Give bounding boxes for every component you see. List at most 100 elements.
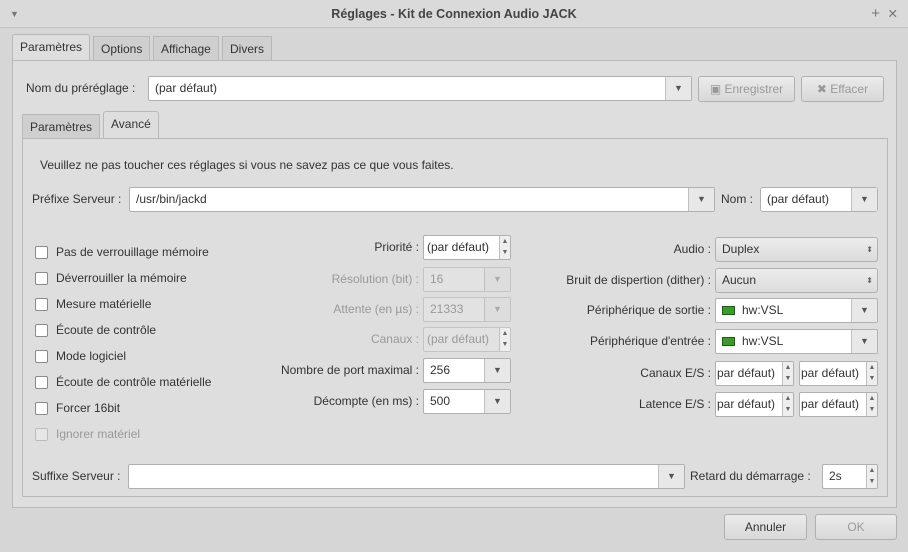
name-label: Nom : <box>721 192 754 206</box>
channels-spinbox[interactable]: (par défaut) ▲ ▼ <box>423 327 511 352</box>
start-delay-value: 2s <box>829 469 842 483</box>
spin-arrows-icon[interactable]: ▲ ▼ <box>499 328 510 351</box>
checkbox-label: Mode logiciel <box>56 349 127 363</box>
resolution-value: 16 <box>430 272 444 286</box>
wait-combo[interactable]: 21333 ▼ <box>423 297 511 322</box>
checkbox-monitor[interactable]: Écoute de contrôle <box>35 317 211 343</box>
checkbox[interactable] <box>35 401 48 415</box>
tab-parametres[interactable]: Paramètres <box>12 34 91 61</box>
server-suffix-label: Suffixe Serveur : <box>32 469 121 483</box>
resolution-combo[interactable]: 16 ▼ <box>423 267 511 292</box>
chevron-down-icon[interactable]: ▼ <box>688 188 714 211</box>
preset-combo[interactable]: (par défaut) ▼ <box>148 76 692 101</box>
checkbox[interactable] <box>35 297 48 311</box>
start-delay-spinbox[interactable]: 2s ▲ ▼ <box>822 464 878 489</box>
checkbox-hw-monitor[interactable]: Écoute de contrôle matérielle <box>35 369 211 395</box>
cancel-button[interactable]: Annuler <box>724 514 807 540</box>
chevron-down-icon[interactable]: ▼ <box>665 77 691 100</box>
checkbox[interactable] <box>35 427 48 441</box>
chevron-down-icon[interactable]: ▼ <box>658 465 684 488</box>
checkbox[interactable] <box>35 349 48 363</box>
audio-label: Audio : <box>673 242 711 256</box>
chevron-down-icon[interactable]: ▼ <box>851 330 877 353</box>
preset-value: (par défaut) <box>155 81 218 95</box>
input-device-label: Périphérique d'entrée : <box>589 334 711 348</box>
window-title: Réglages - Kit de Connexion Audio JACK <box>331 7 577 21</box>
checkbox-label: Écoute de contrôle <box>56 323 157 337</box>
tab-options[interactable]: Options <box>93 36 151 60</box>
save-label: Enregistrer <box>724 82 784 96</box>
tab-inner-parametres[interactable]: Paramètres <box>22 114 101 138</box>
checkbox-force-16bit[interactable]: Forcer 16bit <box>35 395 211 421</box>
audio-select[interactable]: Duplex ⬍ <box>715 237 878 262</box>
priority-spinbox[interactable]: (par défaut) ▲ ▼ <box>423 235 511 260</box>
priority-value: (par défaut) <box>427 240 490 254</box>
chevron-down-icon[interactable]: ▼ <box>484 298 510 321</box>
timeout-label: Décompte (en ms) : <box>313 394 419 408</box>
checkbox-hw-meter[interactable]: Mesure matérielle <box>35 291 211 317</box>
delete-x-icon: ✖ <box>816 82 831 96</box>
spin-arrows-icon[interactable]: ▲ ▼ <box>499 236 510 259</box>
maximize-icon[interactable]: + <box>871 0 880 28</box>
start-delay-label: Retard du démarrage : <box>690 469 811 483</box>
checkbox-no-memlock[interactable]: Pas de verrouillage mémoire <box>35 239 211 265</box>
preset-label: Nom du préréglage : <box>26 81 136 95</box>
warning-text: Veuillez ne pas toucher ces réglages si … <box>40 158 454 172</box>
tab-affichage[interactable]: Affichage <box>153 36 219 60</box>
chevron-down-icon[interactable]: ▼ <box>484 390 510 413</box>
save-button[interactable]: ▣ Enregistrer <box>698 76 795 102</box>
max-ports-value: 256 <box>430 363 451 377</box>
server-prefix-value: /usr/bin/jackd <box>136 192 207 206</box>
checkbox[interactable] <box>35 323 48 337</box>
name-value: (par défaut) <box>767 192 830 206</box>
close-icon[interactable]: ✕ <box>888 0 898 28</box>
checkbox-list: Pas de verrouillage mémoire Déverrouille… <box>35 239 211 447</box>
chevron-down-icon[interactable]: ▼ <box>851 188 877 211</box>
output-device-combo[interactable]: hw:VSL ▼ <box>715 298 878 323</box>
chevron-down-icon[interactable]: ▼ <box>484 268 510 291</box>
checkbox-label: Écoute de contrôle matérielle <box>56 375 212 389</box>
channels-value: (par défaut) <box>427 332 490 346</box>
input-device-value: hw:VSL <box>742 334 784 348</box>
name-combo[interactable]: (par défaut) ▼ <box>760 187 878 212</box>
spin-arrows-icon[interactable]: ▲ ▼ <box>782 362 793 385</box>
checkbox-soft-mode[interactable]: Mode logiciel <box>35 343 211 369</box>
io-channels-out-value: par défaut) <box>801 366 860 380</box>
timeout-value: 500 <box>430 394 451 408</box>
io-latency-out-spinbox[interactable]: par défaut) ▲ ▼ <box>799 392 878 417</box>
io-latency-in-value: par défaut) <box>717 397 776 411</box>
io-channels-in-spinbox[interactable]: par défaut) ▲ ▼ <box>715 361 794 386</box>
chevron-down-icon[interactable]: ▼ <box>484 359 510 382</box>
tab-divers[interactable]: Divers <box>222 36 273 60</box>
dither-select[interactable]: Aucun ⬍ <box>715 268 878 293</box>
tab-avance[interactable]: Avancé <box>103 111 159 138</box>
server-suffix-combo[interactable]: ▼ <box>128 464 685 489</box>
io-channels-in-value: par défaut) <box>717 366 776 380</box>
updown-icon: ⬍ <box>866 276 873 285</box>
server-prefix-label: Préfixe Serveur : <box>32 192 122 206</box>
io-latency-in-spinbox[interactable]: par défaut) ▲ ▼ <box>715 392 794 417</box>
checkbox-label: Ignorer matériel <box>56 427 141 441</box>
title-bar: ▼ Réglages - Kit de Connexion Audio JACK… <box>0 0 908 28</box>
chevron-down-icon[interactable]: ▼ <box>851 299 877 322</box>
spin-arrows-icon[interactable]: ▲ ▼ <box>782 393 793 416</box>
spin-arrows-icon[interactable]: ▲ ▼ <box>866 362 877 385</box>
io-channels-out-spinbox[interactable]: par défaut) ▲ ▼ <box>799 361 878 386</box>
checkbox[interactable] <box>35 245 48 259</box>
max-ports-combo[interactable]: 256 ▼ <box>423 358 511 383</box>
audio-value: Duplex <box>722 242 760 256</box>
input-device-combo[interactable]: hw:VSL ▼ <box>715 329 878 354</box>
window-menu-icon[interactable]: ▼ <box>10 0 19 28</box>
spin-arrows-icon[interactable]: ▲ ▼ <box>866 393 877 416</box>
delete-label: Effacer <box>830 82 869 96</box>
spin-arrows-icon[interactable]: ▲ ▼ <box>866 465 877 488</box>
delete-button[interactable]: ✖ Effacer <box>801 76 884 102</box>
checkbox-unlock-memory[interactable]: Déverrouiller la mémoire <box>35 265 211 291</box>
checkbox[interactable] <box>35 271 48 285</box>
checkbox-ignore-hw[interactable]: Ignorer matériel <box>35 421 211 447</box>
timeout-combo[interactable]: 500 ▼ <box>423 389 511 414</box>
server-prefix-combo[interactable]: /usr/bin/jackd ▼ <box>129 187 715 212</box>
checkbox[interactable] <box>35 375 48 389</box>
sound-card-icon <box>722 337 735 347</box>
ok-button[interactable]: OK <box>815 514 897 540</box>
